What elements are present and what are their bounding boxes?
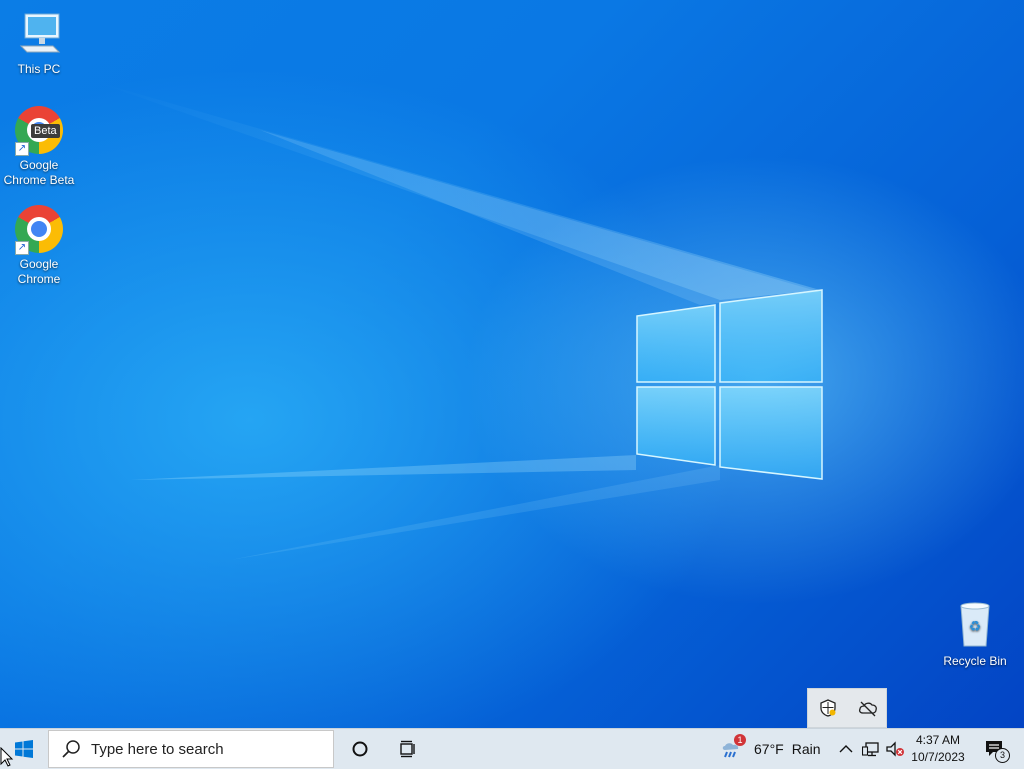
clock-date: 10/7/2023 bbox=[911, 750, 965, 764]
weather-widget[interactable]: 1 67°F Rain bbox=[716, 729, 824, 769]
search-placeholder: Type here to search bbox=[91, 740, 224, 758]
shield-icon[interactable] bbox=[819, 699, 837, 721]
beta-badge: Beta bbox=[31, 124, 60, 138]
network-icon bbox=[862, 742, 879, 757]
search-box[interactable]: Type here to search bbox=[48, 730, 334, 768]
windows-wallpaper-logo bbox=[636, 289, 823, 480]
desktop-icon-label: Google Chrome bbox=[17, 257, 61, 286]
show-hidden-icons-button[interactable] bbox=[836, 729, 856, 769]
windows-logo-icon bbox=[15, 740, 33, 758]
clock-time: 4:37 AM bbox=[915, 733, 961, 747]
svg-text:♻: ♻ bbox=[969, 619, 982, 635]
network-button[interactable] bbox=[860, 729, 882, 769]
desktop[interactable]: This PC Beta ↗ Google Chrome Beta ↗ Goog… bbox=[0, 0, 1024, 728]
cloud-offline-icon[interactable] bbox=[858, 699, 878, 721]
weather-condition: Rain bbox=[791, 741, 821, 757]
taskbar: Type here to search 1 67°F Rain 4:37 AM … bbox=[0, 728, 1024, 769]
weather-temperature: 67°F bbox=[754, 741, 784, 757]
weather-alert-badge: 1 bbox=[734, 734, 746, 746]
shortcut-arrow-icon: ↗ bbox=[15, 142, 29, 156]
mouse-cursor-icon bbox=[0, 747, 14, 767]
notification-count-badge: 3 bbox=[995, 748, 1010, 763]
recycle-bin-icon: ♻ bbox=[949, 600, 1001, 652]
task-view-icon bbox=[400, 740, 415, 758]
desktop-icon-recycle-bin[interactable]: ♻ Recycle Bin bbox=[937, 600, 1013, 669]
desktop-icon-google-chrome[interactable]: ↗ Google Chrome bbox=[1, 203, 77, 287]
task-view-button[interactable] bbox=[386, 729, 430, 769]
desktop-icon-this-pc[interactable]: This PC bbox=[1, 8, 77, 77]
circle-icon bbox=[352, 741, 368, 757]
chrome-icon: ↗ bbox=[13, 203, 65, 255]
shortcut-arrow-icon: ↗ bbox=[15, 241, 29, 255]
volume-button[interactable] bbox=[884, 729, 906, 769]
desktop-icon-label: This PC bbox=[17, 62, 61, 76]
tray-overflow-flyout bbox=[807, 688, 887, 728]
desktop-icon-label: Google Chrome Beta bbox=[3, 158, 75, 187]
chevron-up-icon bbox=[839, 745, 853, 753]
wallpaper-light-beams bbox=[90, 80, 820, 560]
clock[interactable]: 4:37 AM 10/7/2023 bbox=[908, 729, 968, 769]
cortana-button[interactable] bbox=[338, 729, 382, 769]
desktop-icon-label: Recycle Bin bbox=[943, 654, 1007, 668]
chrome-beta-icon: Beta ↗ bbox=[13, 104, 65, 156]
magnifier-icon bbox=[62, 740, 80, 758]
volume-muted-icon bbox=[886, 741, 904, 757]
action-center-button[interactable]: 3 bbox=[978, 729, 1012, 769]
desktop-icon-google-chrome-beta[interactable]: Beta ↗ Google Chrome Beta bbox=[1, 104, 77, 188]
computer-icon bbox=[13, 8, 65, 60]
